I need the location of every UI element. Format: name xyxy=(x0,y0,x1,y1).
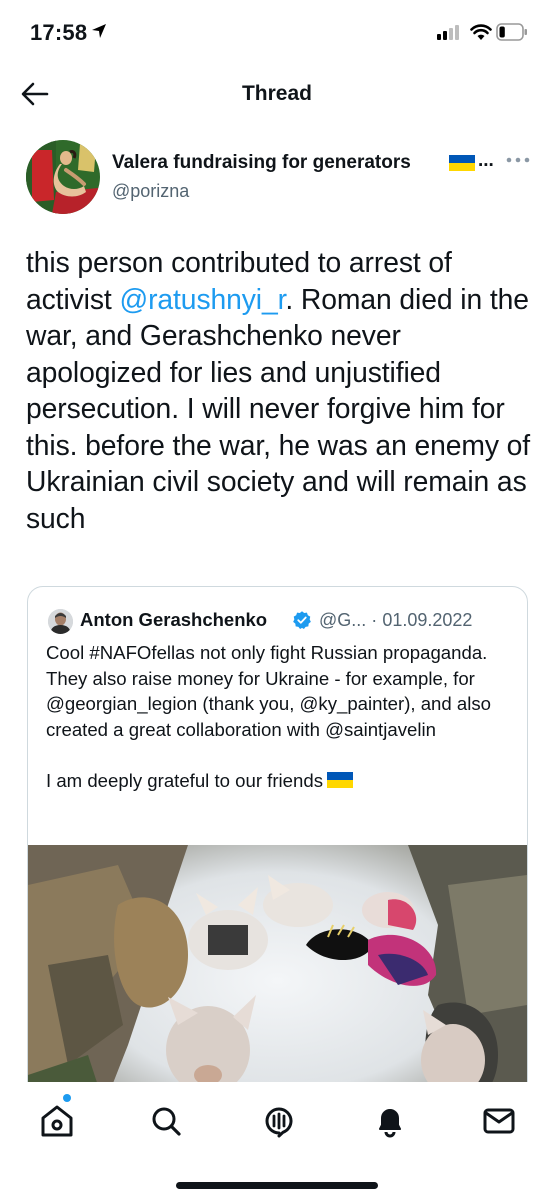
author-handle[interactable]: @porizna xyxy=(112,181,189,202)
wifi-icon xyxy=(470,24,492,40)
location-arrow-icon xyxy=(92,24,106,38)
tweet-text: this person contributed to arrest of act… xyxy=(26,244,531,536)
tweet-text-part: . Roman died in the war, and Gerashchenk… xyxy=(26,282,531,534)
status-time: 17:58 xyxy=(30,20,88,45)
author-name-truncation: ... xyxy=(478,150,494,171)
tab-messages[interactable] xyxy=(479,1101,519,1141)
spaces-icon xyxy=(265,1107,293,1138)
verified-badge-icon xyxy=(293,611,311,629)
page-title: Thread xyxy=(241,82,312,105)
quoted-tweet-text: Cool #NAFOfellas not only fight Russian … xyxy=(46,640,516,793)
author-name[interactable]: Valera fundraising for generators xyxy=(112,152,411,174)
more-options-icon[interactable] xyxy=(505,153,531,167)
tab-spaces[interactable] xyxy=(259,1101,299,1141)
tab-home[interactable] xyxy=(37,1101,77,1141)
bell-icon xyxy=(379,1109,401,1138)
mention-link[interactable]: @ratushnyi_r xyxy=(119,283,285,315)
thread-header: Thread xyxy=(0,66,554,122)
meta-separator: · xyxy=(371,610,378,630)
tab-search[interactable] xyxy=(146,1101,186,1141)
quoted-author-handle: @G... xyxy=(319,610,367,630)
tab-notifications[interactable] xyxy=(370,1101,410,1141)
quoted-author-avatar xyxy=(48,609,73,634)
quoted-tweet-paragraph-text: I am deeply grateful to our friends xyxy=(46,769,323,791)
quoted-tweet-paragraph-2: I am deeply grateful to our friends xyxy=(46,768,516,794)
battery-icon xyxy=(496,23,527,41)
author-avatar[interactable] xyxy=(26,140,100,214)
ukraine-flag-icon xyxy=(327,771,353,788)
home-icon xyxy=(41,1105,73,1137)
cellular-signal-icon xyxy=(437,25,459,40)
mail-icon xyxy=(483,1108,515,1134)
status-bar: 17:58 xyxy=(0,0,554,66)
quoted-tweet-date: 01.09.2022 xyxy=(382,610,473,630)
home-indicator xyxy=(176,1182,378,1189)
ukraine-flag-icon xyxy=(449,155,475,171)
quoted-author-name: Anton Gerashchenko xyxy=(80,609,268,630)
quoted-tweet-card[interactable]: Anton Gerashchenko @G... · 01.09.2022 Co… xyxy=(27,586,528,1148)
quoted-tweet-meta: @G... · 01.09.2022 xyxy=(319,610,472,631)
quoted-tweet-paragraph: Cool #NAFOfellas not only fight Russian … xyxy=(46,642,492,740)
search-icon xyxy=(152,1107,181,1136)
new-content-dot xyxy=(63,1094,71,1102)
